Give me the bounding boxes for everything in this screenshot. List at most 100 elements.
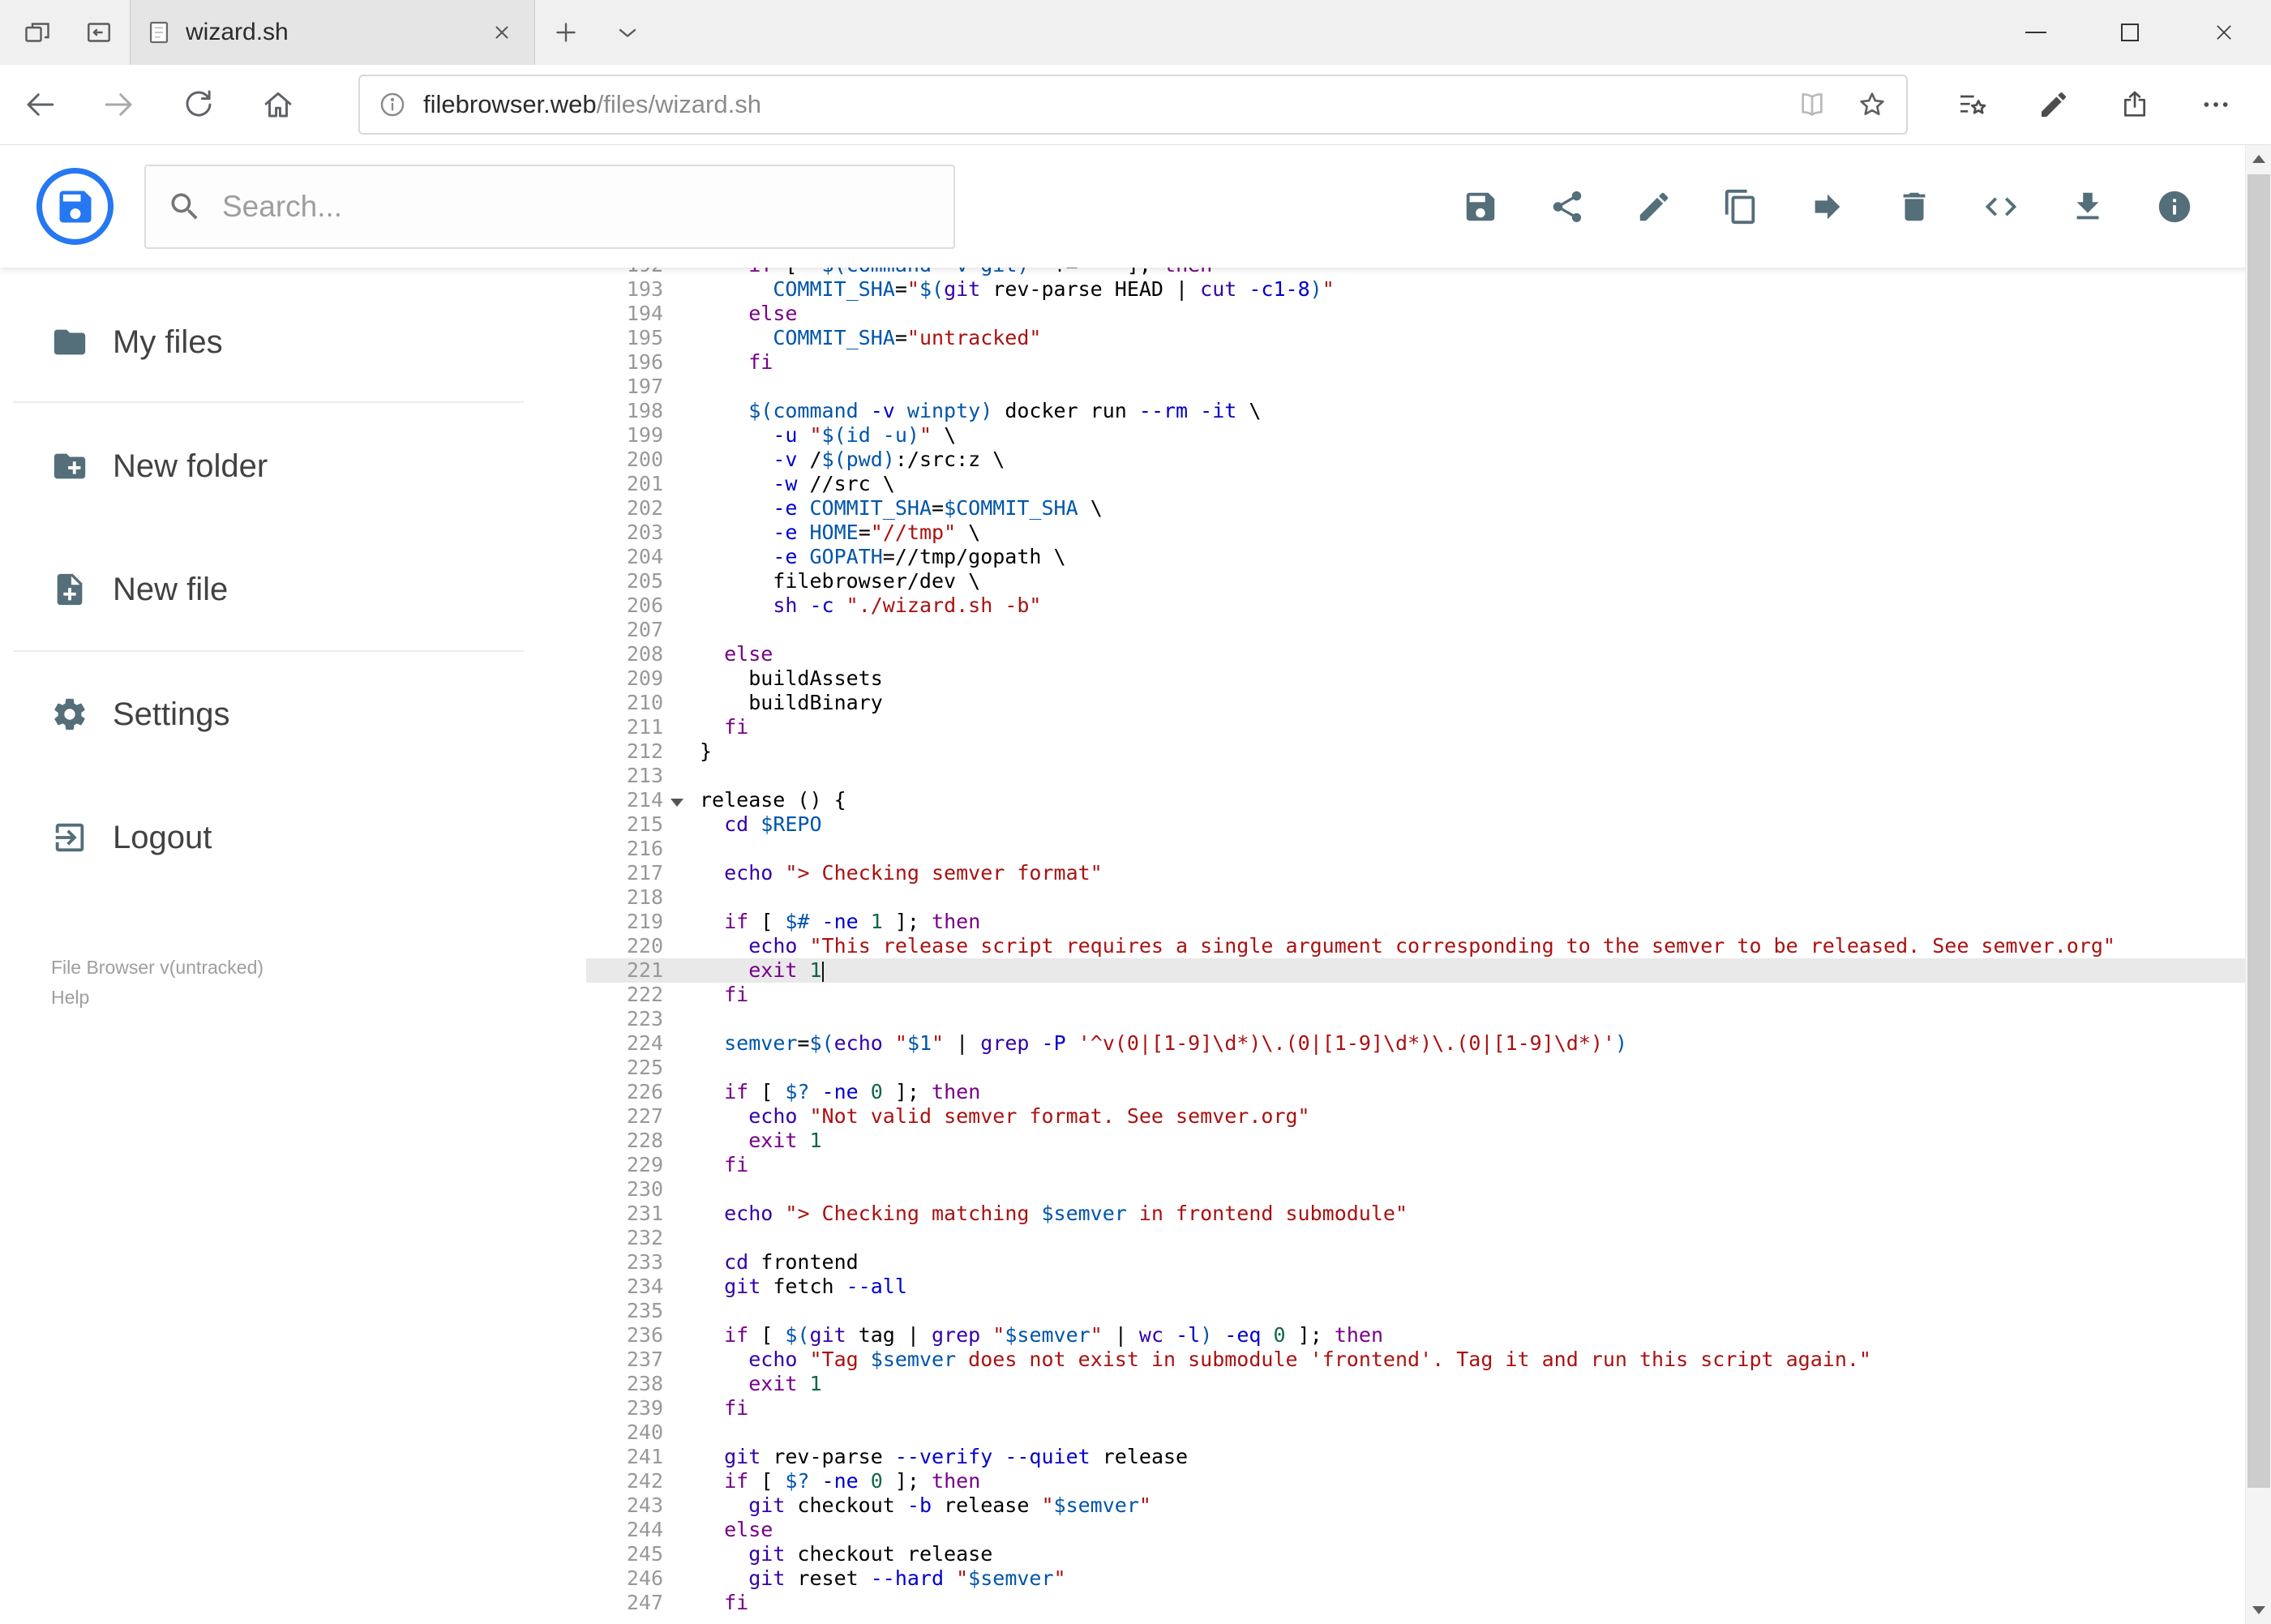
- forward-button[interactable]: [79, 65, 159, 144]
- save-button[interactable]: [1437, 158, 1523, 255]
- code-line-197[interactable]: 197: [586, 375, 2245, 399]
- code-line-218[interactable]: 218: [586, 885, 2245, 910]
- scrollbar-thumb[interactable]: [2247, 174, 2270, 1488]
- code-line-246[interactable]: 246 git reset --hard "$semver": [586, 1566, 2245, 1591]
- code-line-198[interactable]: 198 $(command -v winpty) docker run --rm…: [586, 399, 2245, 423]
- code-line-203[interactable]: 203 -e HOME="//tmp" \: [586, 521, 2245, 545]
- minimize-button[interactable]: [1989, 0, 2083, 65]
- code-line-241[interactable]: 241 git rev-parse --verify --quiet relea…: [586, 1445, 2245, 1469]
- code-line-243[interactable]: 243 git checkout -b release "$semver": [586, 1493, 2245, 1518]
- code-line-206[interactable]: 206 sh -c "./wizard.sh -b": [586, 593, 2245, 618]
- scroll-up-button[interactable]: [2246, 145, 2271, 173]
- maximize-button[interactable]: [2083, 0, 2177, 65]
- back-button[interactable]: [0, 65, 79, 144]
- code-line-223[interactable]: 223: [586, 1007, 2245, 1031]
- tab-close-button[interactable]: [484, 15, 520, 50]
- code-line-236[interactable]: 236 if [ $(git tag | grep "$semver" | wc…: [586, 1323, 2245, 1348]
- close-window-button[interactable]: [2177, 0, 2271, 65]
- home-button[interactable]: [238, 65, 318, 144]
- code-line-201[interactable]: 201 -w //src \: [586, 472, 2245, 496]
- code-line-219[interactable]: 219 if [ $# -ne 1 ]; then: [586, 910, 2245, 934]
- download-button[interactable]: [2044, 158, 2131, 255]
- code-line-202[interactable]: 202 -e COMMIT_SHA=$COMMIT_SHA \: [586, 496, 2245, 521]
- code-line-229[interactable]: 229 fi: [586, 1153, 2245, 1177]
- code-line-237[interactable]: 237 echo "Tag $semver does not exist in …: [586, 1348, 2245, 1372]
- code-line-199[interactable]: 199 -u "$(id -u)" \: [586, 423, 2245, 448]
- help-link[interactable]: Help: [51, 983, 264, 1013]
- sidebar-item-logout[interactable]: Logout: [0, 805, 586, 870]
- sidebar-item-my-files[interactable]: My files: [0, 310, 586, 375]
- code-line-220[interactable]: 220 echo "This release script requires a…: [586, 934, 2245, 958]
- code-line-200[interactable]: 200 -v /$(pwd):/src:z \: [586, 448, 2245, 472]
- active-tab[interactable]: wizard.sh: [130, 0, 535, 65]
- code-line-228[interactable]: 228 exit 1: [586, 1129, 2245, 1153]
- search-input[interactable]: [222, 189, 932, 224]
- code-line-224[interactable]: 224 semver=$(echo "$1" | grep -P '^v(0|[…: [586, 1031, 2245, 1056]
- refresh-button[interactable]: [159, 65, 238, 144]
- share-button[interactable]: [2094, 65, 2175, 144]
- tab-preview-toggle-button[interactable]: [597, 0, 658, 65]
- code-line-207[interactable]: 207: [586, 618, 2245, 642]
- code-line-245[interactable]: 245 git checkout release: [586, 1542, 2245, 1566]
- code-line-227[interactable]: 227 echo "Not valid semver format. See s…: [586, 1104, 2245, 1129]
- code-line-235[interactable]: 235: [586, 1299, 2245, 1323]
- sidebar-item-new-file[interactable]: New file: [0, 557, 586, 622]
- code-line-211[interactable]: 211 fi: [586, 715, 2245, 739]
- code-line-242[interactable]: 242 if [ $? -ne 0 ]; then: [586, 1469, 2245, 1493]
- sidebar-item-new-folder[interactable]: New folder: [0, 434, 586, 499]
- code-line-225[interactable]: 225: [586, 1056, 2245, 1080]
- web-note-button[interactable]: [2013, 65, 2094, 144]
- code-line-233[interactable]: 233 cd frontend: [586, 1250, 2245, 1275]
- code-line-217[interactable]: 217 echo "> Checking semver format": [586, 861, 2245, 885]
- code-line-212[interactable]: 212}: [586, 739, 2245, 764]
- set-tabs-aside-button[interactable]: [68, 0, 130, 65]
- new-tab-button[interactable]: [535, 0, 597, 65]
- site-info-icon[interactable]: [378, 90, 407, 119]
- code-line-205[interactable]: 205 filebrowser/dev \: [586, 569, 2245, 593]
- code-line-238[interactable]: 238 exit 1: [586, 1372, 2245, 1396]
- code-line-232[interactable]: 232: [586, 1226, 2245, 1250]
- filebrowser-logo[interactable]: [36, 168, 114, 245]
- code-line-239[interactable]: 239 fi: [586, 1396, 2245, 1420]
- sidebar-item-settings[interactable]: Settings: [0, 682, 586, 747]
- code-line-234[interactable]: 234 git fetch --all: [586, 1275, 2245, 1299]
- code-line-244[interactable]: 244 else: [586, 1518, 2245, 1542]
- edit-button[interactable]: [1610, 158, 1697, 255]
- code-line-196[interactable]: 196 fi: [586, 350, 2245, 375]
- move-button[interactable]: [1784, 158, 1870, 255]
- add-favorite-star-icon[interactable]: [1856, 88, 1888, 121]
- code-line-193[interactable]: 193 COMMIT_SHA="$(git rev-parse HEAD | c…: [586, 277, 2245, 302]
- reading-view-icon[interactable]: [1796, 88, 1828, 121]
- code-line-192[interactable]: 192 if [ "$(command -v git)" != "" ]; th…: [586, 268, 2245, 277]
- code-line-195[interactable]: 195 COMMIT_SHA="untracked": [586, 326, 2245, 350]
- code-line-216[interactable]: 216: [586, 837, 2245, 861]
- search-bar[interactable]: [144, 164, 955, 249]
- tabs-you-set-aside-button[interactable]: [6, 0, 68, 65]
- code-editor[interactable]: 192 if [ "$(command -v git)" != "" ]; th…: [586, 268, 2245, 1624]
- code-line-214[interactable]: 214 release () {: [586, 788, 2245, 812]
- code-line-194[interactable]: 194 else: [586, 302, 2245, 326]
- share-button[interactable]: [1523, 158, 1610, 255]
- code-line-204[interactable]: 204 -e GOPATH=//tmp/gopath \: [586, 545, 2245, 569]
- code-line-209[interactable]: 209 buildAssets: [586, 666, 2245, 691]
- code-line-226[interactable]: 226 if [ $? -ne 0 ]; then: [586, 1080, 2245, 1104]
- page-scrollbar[interactable]: [2245, 145, 2271, 1624]
- code-line-208[interactable]: 208 else: [586, 642, 2245, 666]
- address-bar[interactable]: filebrowser.web/files/wizard.sh: [358, 75, 1908, 135]
- code-line-215[interactable]: 215 cd $REPO: [586, 812, 2245, 837]
- info-button[interactable]: [2131, 158, 2217, 255]
- code-line-230[interactable]: 230: [586, 1177, 2245, 1202]
- code-line-240[interactable]: 240: [586, 1420, 2245, 1445]
- copy-button[interactable]: [1697, 158, 1784, 255]
- code-line-210[interactable]: 210 buildBinary: [586, 691, 2245, 715]
- code-button[interactable]: [1957, 158, 2044, 255]
- scroll-down-button[interactable]: [2246, 1596, 2271, 1624]
- code-line-247[interactable]: 247 fi: [586, 1591, 2245, 1615]
- favorites-hub-button[interactable]: [1932, 65, 2013, 144]
- code-line-213[interactable]: 213: [586, 764, 2245, 788]
- delete-button[interactable]: [1870, 158, 1957, 255]
- fold-arrow-icon[interactable]: [671, 799, 683, 807]
- more-button[interactable]: [2175, 65, 2256, 144]
- code-line-231[interactable]: 231 echo "> Checking matching $semver in…: [586, 1202, 2245, 1226]
- code-line-222[interactable]: 222 fi: [586, 983, 2245, 1007]
